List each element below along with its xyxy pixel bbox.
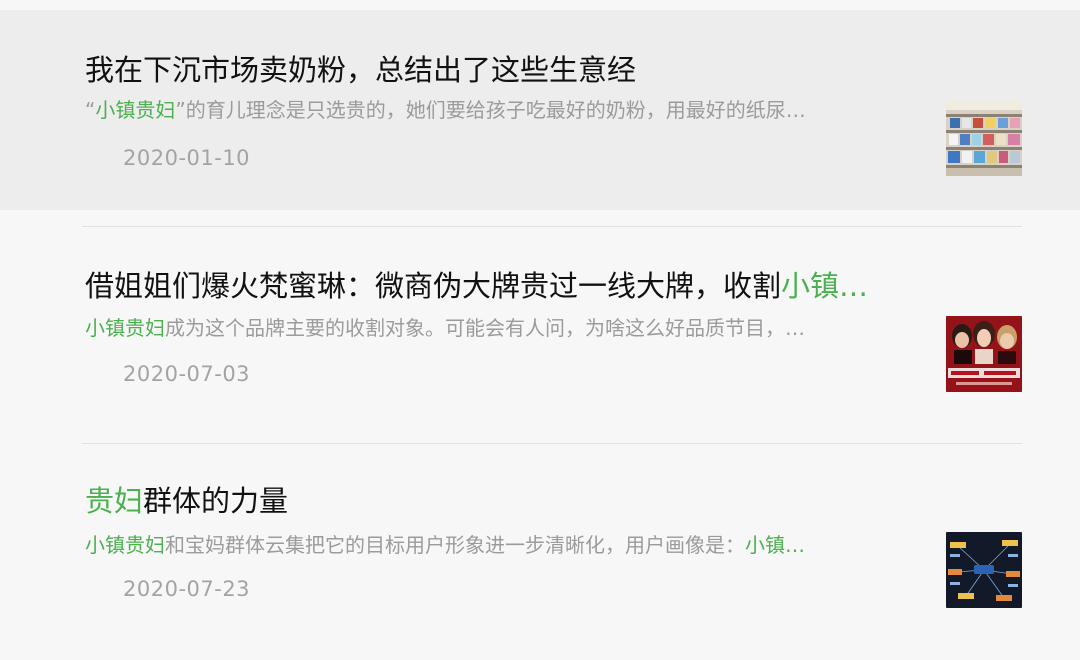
highlighted-keyword: 小镇贵妇 bbox=[85, 316, 165, 340]
article-date: 2020-07-03 bbox=[123, 362, 251, 386]
article-title[interactable]: 贵妇群体的力量 bbox=[85, 481, 920, 521]
article-thumbnail[interactable] bbox=[946, 100, 1022, 176]
article-thumbnail[interactable] bbox=[946, 316, 1022, 392]
text-segment: 和宝妈群体云集把它的目标用户形象进一步清晰化，用户画像是： bbox=[165, 533, 745, 557]
highlighted-keyword: 贵妇 bbox=[85, 484, 144, 518]
highlighted-keyword: 小镇… bbox=[745, 533, 805, 557]
top-strip bbox=[0, 0, 1080, 10]
store-shelves-image bbox=[946, 100, 1022, 176]
article-date: 2020-07-23 bbox=[123, 577, 251, 601]
article-title[interactable]: 借姐姐们爆火梵蜜琳：微商伪大牌贵过一线大牌，收割小镇… bbox=[85, 266, 920, 306]
mind-map-image bbox=[946, 532, 1022, 608]
text-segment: ”的育儿理念是只选贵的，她们要给孩子吃最好的奶粉，用最好的纸尿… bbox=[175, 98, 806, 122]
text-segment: “ bbox=[85, 98, 96, 122]
text-segment: 借姐姐们爆火梵蜜琳：微商伪大牌贵过一线大牌，收割 bbox=[85, 269, 782, 303]
article-snippet: “小镇贵妇”的育儿理念是只选贵的，她们要给孩子吃最好的奶粉，用最好的纸尿… bbox=[85, 95, 920, 125]
article-title[interactable]: 我在下沉市场卖奶粉，总结出了这些生意经 bbox=[85, 50, 920, 90]
highlighted-keyword: 小镇… bbox=[781, 269, 869, 303]
article-snippet: 小镇贵妇和宝妈群体云集把它的目标用户形象进一步清晰化，用户画像是：小镇… bbox=[85, 530, 920, 560]
tv-show-poster-image bbox=[946, 316, 1022, 392]
article-item-1[interactable]: 我在下沉市场卖奶粉，总结出了这些生意经 “小镇贵妇”的育儿理念是只选贵的，她们要… bbox=[0, 10, 1080, 210]
text-segment: 我在下沉市场卖奶粉，总结出了这些生意经 bbox=[85, 53, 637, 87]
article-snippet: 小镇贵妇成为这个品牌主要的收割对象。可能会有人问，为啥这么好品质节目，… bbox=[85, 313, 920, 343]
highlighted-keyword: 小镇贵妇 bbox=[85, 533, 165, 557]
text-segment: 群体的力量 bbox=[143, 484, 289, 518]
article-item-3[interactable]: 贵妇群体的力量 小镇贵妇和宝妈群体云集把它的目标用户形象进一步清晰化，用户画像是… bbox=[0, 444, 1080, 660]
highlighted-keyword: 小镇贵妇 bbox=[95, 98, 176, 122]
article-item-2[interactable]: 借姐姐们爆火梵蜜琳：微商伪大牌贵过一线大牌，收割小镇… 小镇贵妇成为这个品牌主要… bbox=[0, 227, 1080, 443]
article-thumbnail[interactable] bbox=[946, 532, 1022, 608]
text-segment: 成为这个品牌主要的收割对象。可能会有人问，为啥这么好品质节目，… bbox=[165, 316, 805, 340]
article-date: 2020-01-10 bbox=[123, 146, 251, 170]
